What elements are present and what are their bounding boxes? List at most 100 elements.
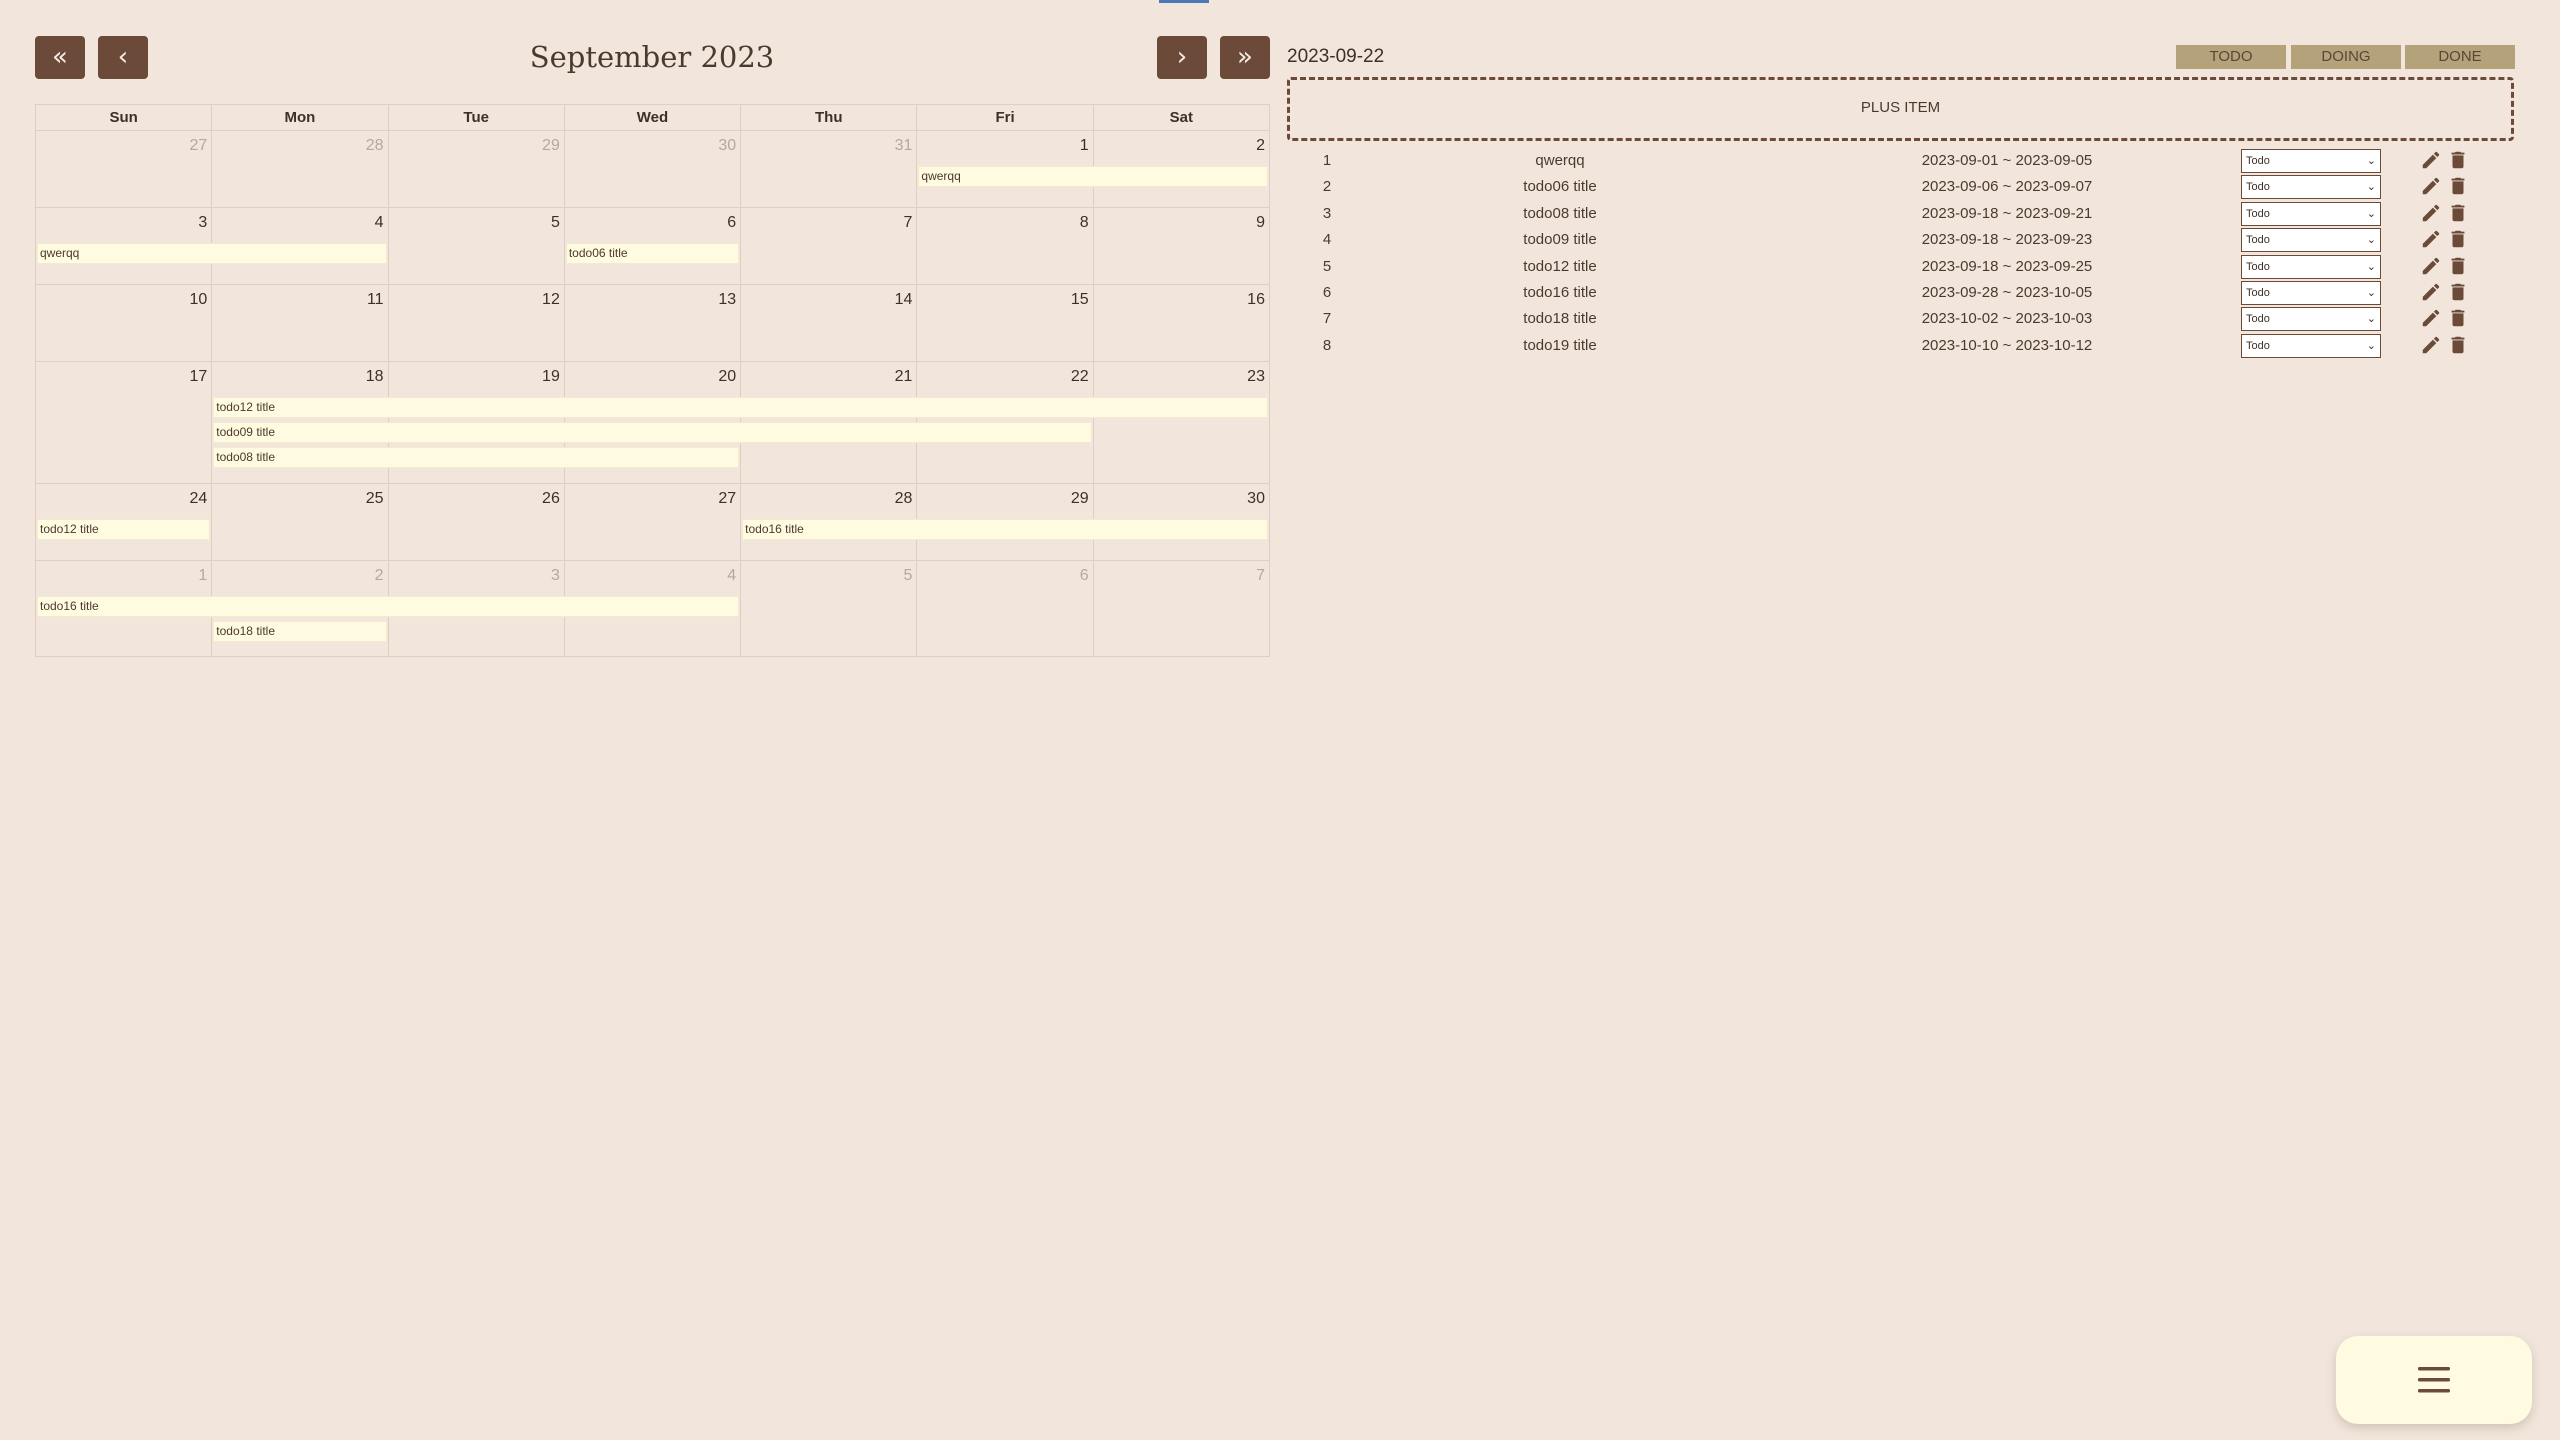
calendar-day[interactable]: 27 [36,131,213,207]
delete-icon[interactable] [2447,255,2471,279]
day-number: 5 [903,567,913,584]
filter-doing-button[interactable]: DOING [2291,45,2401,69]
status-select[interactable]: Todo ⌄ [2241,333,2381,358]
event-bar[interactable]: todo16 title [37,596,740,617]
day-number: 6 [1079,567,1089,584]
todo-index: 8 [1322,336,1332,354]
calendar-day[interactable]: 27 [565,484,742,560]
edit-icon[interactable] [2420,202,2444,226]
calendar-day[interactable]: 26 [389,484,565,560]
todo-title: qwerqq [1535,152,1585,169]
calendar-day[interactable]: 30 [565,131,742,207]
todo-row: 8 todo19 title 2023-10-10 ~ 2023-10-12 Todo… [1287,333,2487,359]
status-select[interactable]: Todo ⌄ [2241,307,2381,332]
event-bar[interactable]: qwerqq [918,166,1268,187]
edit-icon[interactable] [2420,228,2444,252]
calendar-day[interactable]: 31 [741,131,918,207]
delete-icon[interactable] [2447,228,2471,252]
status-value: Todo [2246,287,2270,299]
plus-item-button[interactable]: PLUS ITEM [1287,77,2514,141]
chevron-down-icon: ⌄ [2366,181,2376,194]
delete-icon[interactable] [2447,202,2471,226]
delete-icon[interactable] [2447,149,2471,173]
status-value: Todo [2246,260,2270,273]
calendar-day[interactable]: 9 [1094,208,1270,284]
todo-row: 1 qwerqq 2023-09-01 ~ 2023-09-05 Todo ⌄ [1287,148,2487,174]
selected-date: 2023-09-22 [1287,46,1385,67]
status-select[interactable]: Todo ⌄ [2241,281,2381,305]
weekday-label: Fri [917,105,1094,131]
event-bar[interactable]: todo12 title [213,397,1268,418]
next-year-button[interactable]: » [1220,36,1270,79]
calendar-day[interactable]: 17 [36,362,213,483]
menu-fab-button[interactable] [2336,1336,2532,1424]
status-value: Todo [2246,313,2270,326]
calendar-week: 10 11 12 13 14 15 16 [36,285,1270,362]
calendar-day[interactable]: 8 [917,208,1094,284]
prev-month-button[interactable]: ‹ [98,36,148,79]
delete-icon[interactable] [2447,175,2471,199]
edit-icon[interactable] [2420,307,2444,331]
filter-todo-button[interactable]: TODO [2176,45,2286,69]
calendar-day[interactable]: 14 [741,285,918,361]
edit-icon[interactable] [2420,149,2444,173]
filter-done-button[interactable]: DONE [2405,45,2515,69]
calendar-day[interactable]: 29 [389,131,565,207]
event-bar[interactable]: todo18 title [213,621,387,642]
todo-index: 6 [1322,284,1332,301]
prev-year-button[interactable]: « [35,36,85,79]
edit-icon[interactable] [2420,175,2444,199]
calendar-day[interactable]: 16 [1094,285,1270,361]
edit-icon[interactable] [2420,281,2444,305]
edit-icon[interactable] [2420,334,2444,358]
status-select[interactable]: Todo ⌄ [2241,254,2381,279]
weekday-label: Sat [1093,105,1270,131]
chevron-down-icon: ⌄ [2366,339,2376,352]
todo-date-range: 2023-09-01 ~ 2023-09-05 [1921,152,2093,169]
calendar-day[interactable]: 7 [1094,561,1270,656]
calendar-day[interactable]: 10 [36,285,213,361]
calendar-day[interactable]: 11 [212,285,389,361]
status-select[interactable]: Todo ⌄ [2241,149,2381,173]
event-bar[interactable]: qwerqq [37,243,387,264]
day-number: 29 [542,137,560,154]
calendar-day[interactable]: 13 [565,285,742,361]
chevron-down-icon: ⌄ [2366,155,2376,167]
calendar-day[interactable]: 6 [917,561,1094,656]
day-number: 14 [894,291,913,308]
event-bar[interactable]: todo12 title [37,519,211,540]
calendar-grid: Sun Mon Tue Wed Thu Fri Sat 27 28 29 30 31 1 2 qwerqq… [35,104,1270,657]
edit-icon[interactable] [2420,255,2444,279]
calendar-day[interactable]: 7 [741,208,918,284]
todo-date-range: 2023-09-18 ~ 2023-09-23 [1921,231,2093,249]
day-number: 8 [1079,214,1089,231]
delete-icon[interactable] [2447,307,2471,331]
todo-date-range: 2023-09-18 ~ 2023-09-25 [1921,257,2093,275]
day-number: 21 [894,368,913,385]
status-select[interactable]: Todo ⌄ [2241,201,2381,226]
delete-icon[interactable] [2447,334,2471,358]
calendar-day[interactable]: 15 [917,285,1094,361]
day-number: 15 [1070,291,1089,308]
day-number: 3 [550,567,560,584]
event-bar[interactable]: todo08 title [213,447,740,468]
next-month-button[interactable]: › [1157,36,1207,79]
calendar-day[interactable]: 5 [741,561,918,656]
day-number: 27 [718,490,737,507]
event-bar[interactable]: todo16 title [742,519,1268,540]
calendar-day[interactable]: 23 [1094,362,1270,483]
event-bar[interactable]: todo06 title [565,243,740,264]
status-select[interactable]: Todo ⌄ [2241,175,2381,200]
status-select[interactable]: Todo ⌄ [2241,228,2381,253]
calendar-day[interactable]: 5 [389,208,565,284]
calendar-day[interactable]: 12 [389,285,565,361]
day-number: 24 [189,490,208,507]
day-number: 7 [903,214,913,231]
todo-row: 2 todo06 title 2023-09-06 ~ 2023-09-07 Todo… [1287,174,2487,200]
status-value: Todo [2246,234,2270,247]
calendar-day[interactable]: 28 [212,131,389,207]
delete-icon[interactable] [2447,281,2471,305]
calendar-day[interactable]: 25 [212,484,389,560]
event-bar[interactable]: todo09 title [213,422,1092,443]
todo-index: 7 [1322,310,1332,328]
